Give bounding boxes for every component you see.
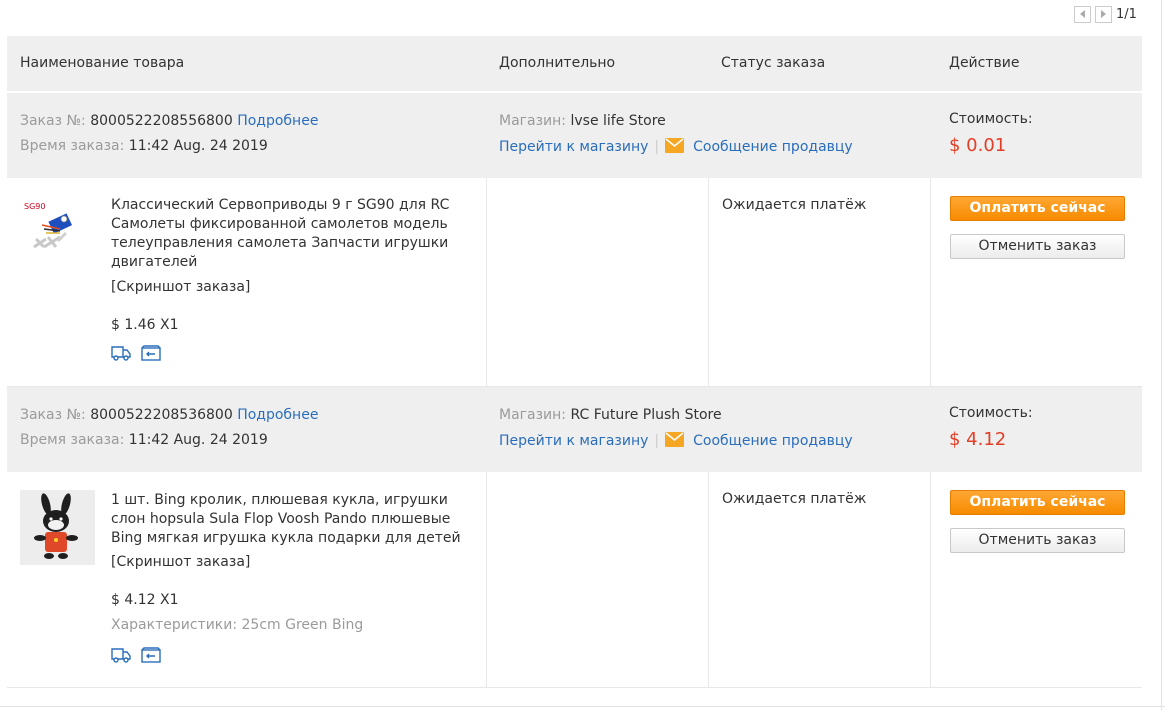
product-title[interactable]: Классический Сервоприводы 9 г SG90 для R… xyxy=(111,196,481,272)
order-status: Ожидается платёж xyxy=(722,491,867,507)
cost-label: Стоимость: xyxy=(949,405,1033,421)
order-snapshot-link[interactable]: [Скриншот заказа] xyxy=(111,554,250,570)
column-header-status: Статус заказа xyxy=(721,55,826,71)
product-attributes: Характеристики: 25cm Green Bing xyxy=(111,617,364,633)
order-cost: $ 0.01 xyxy=(949,135,1007,156)
order-number: 8000522208536800 xyxy=(90,407,233,423)
cost-label: Стоимость: xyxy=(949,111,1033,127)
product-thumbnail[interactable]: SG90 xyxy=(20,195,95,270)
pay-now-button[interactable]: Оплатить сейчас xyxy=(950,490,1125,515)
cell-divider xyxy=(708,178,709,386)
next-page-button[interactable] xyxy=(1095,5,1112,23)
mail-icon[interactable] xyxy=(665,432,685,447)
orders-table: Наименование товара Дополнительно Статус… xyxy=(7,36,1142,688)
order-header: Заказ №: 8000522208556800 Подробнее Врем… xyxy=(7,93,1142,178)
store-actions: Перейти к магазину | Сообщение продавцу xyxy=(499,138,853,155)
order-time: 11:42 Aug. 24 2019 xyxy=(128,432,268,448)
return-box-icon[interactable] xyxy=(141,647,161,663)
service-icons xyxy=(111,345,171,361)
order-time-label: Время заказа: xyxy=(20,432,125,448)
page-border-bottom xyxy=(0,706,1165,707)
order-time-label: Время заказа: xyxy=(20,138,125,154)
order-cost: $ 4.12 xyxy=(949,429,1007,450)
service-icons xyxy=(111,647,171,663)
unit-price: $ 4.12 X1 xyxy=(111,592,179,608)
chevron-left-icon xyxy=(1080,10,1085,18)
pagination: 1/1 xyxy=(1074,4,1137,24)
delivery-truck-icon[interactable] xyxy=(111,647,131,663)
page-indicator: 1/1 xyxy=(1116,6,1137,22)
order-item-row: 1 шт. Bing кролик, плюшевая кукла, игруш… xyxy=(7,472,1142,688)
cell-divider xyxy=(486,178,487,386)
order-details-link[interactable]: Подробнее xyxy=(237,113,318,129)
cell-divider xyxy=(930,178,931,386)
order-number: 8000522208556800 xyxy=(90,113,233,129)
column-header-action: Действие xyxy=(949,55,1020,71)
order-number-line: Заказ №: 8000522208556800 Подробнее xyxy=(20,113,318,129)
store-line: Магазин: RC Future Plush Store xyxy=(499,407,722,423)
page-border-right xyxy=(1161,0,1162,710)
unit-price: $ 1.46 X1 xyxy=(111,317,179,333)
order-number-line: Заказ №: 8000522208536800 Подробнее xyxy=(20,407,318,423)
product-thumbnail[interactable] xyxy=(20,490,95,565)
store-label: Магазин: xyxy=(499,113,567,129)
order-number-label: Заказ №: xyxy=(20,407,86,423)
order-time-line: Время заказа: 11:42 Aug. 24 2019 xyxy=(20,138,268,154)
column-header-extra: Дополнительно xyxy=(499,55,616,71)
order-details-link[interactable]: Подробнее xyxy=(237,407,318,423)
message-seller-link[interactable]: Сообщение продавцу xyxy=(693,433,853,449)
goto-store-link[interactable]: Перейти к магазину xyxy=(499,139,648,155)
store-line: Магазин: lvse life Store xyxy=(499,113,666,129)
store-label: Магазин: xyxy=(499,407,567,423)
table-header: Наименование товара Дополнительно Статус… xyxy=(7,36,1142,91)
order-time-line: Время заказа: 11:42 Aug. 24 2019 xyxy=(20,432,268,448)
message-seller-link[interactable]: Сообщение продавцу xyxy=(693,139,853,155)
link-separator: | xyxy=(654,139,660,155)
store-name: lvse life Store xyxy=(570,113,666,129)
mail-icon[interactable] xyxy=(665,138,685,153)
delivery-truck-icon[interactable] xyxy=(111,345,131,361)
cell-divider xyxy=(486,472,487,687)
order-time: 11:42 Aug. 24 2019 xyxy=(128,138,268,154)
column-header-product: Наименование товара xyxy=(20,55,185,71)
product-title[interactable]: 1 шт. Bing кролик, плюшевая кукла, игруш… xyxy=(111,491,481,548)
cancel-order-button[interactable]: Отменить заказ xyxy=(950,234,1125,259)
order-snapshot-link[interactable]: [Скриншот заказа] xyxy=(111,279,250,295)
cancel-order-button[interactable]: Отменить заказ xyxy=(950,528,1125,553)
order-header: Заказ №: 8000522208536800 Подробнее Врем… xyxy=(7,387,1142,472)
order-number-label: Заказ №: xyxy=(20,113,86,129)
cell-divider xyxy=(708,472,709,687)
return-box-icon[interactable] xyxy=(141,345,161,361)
prev-page-button[interactable] xyxy=(1074,5,1091,23)
order-status: Ожидается платёж xyxy=(722,197,867,213)
thumbnail-label: SG90 xyxy=(24,202,45,211)
store-actions: Перейти к магазину | Сообщение продавцу xyxy=(499,432,853,449)
order-item-row: SG90 Классический Сервоприводы 9 г SG90 … xyxy=(7,178,1142,387)
link-separator: | xyxy=(654,433,660,449)
pay-now-button[interactable]: Оплатить сейчас xyxy=(950,196,1125,221)
goto-store-link[interactable]: Перейти к магазину xyxy=(499,433,648,449)
cell-divider xyxy=(930,472,931,687)
store-name: RC Future Plush Store xyxy=(570,407,722,423)
chevron-right-icon xyxy=(1101,10,1106,18)
